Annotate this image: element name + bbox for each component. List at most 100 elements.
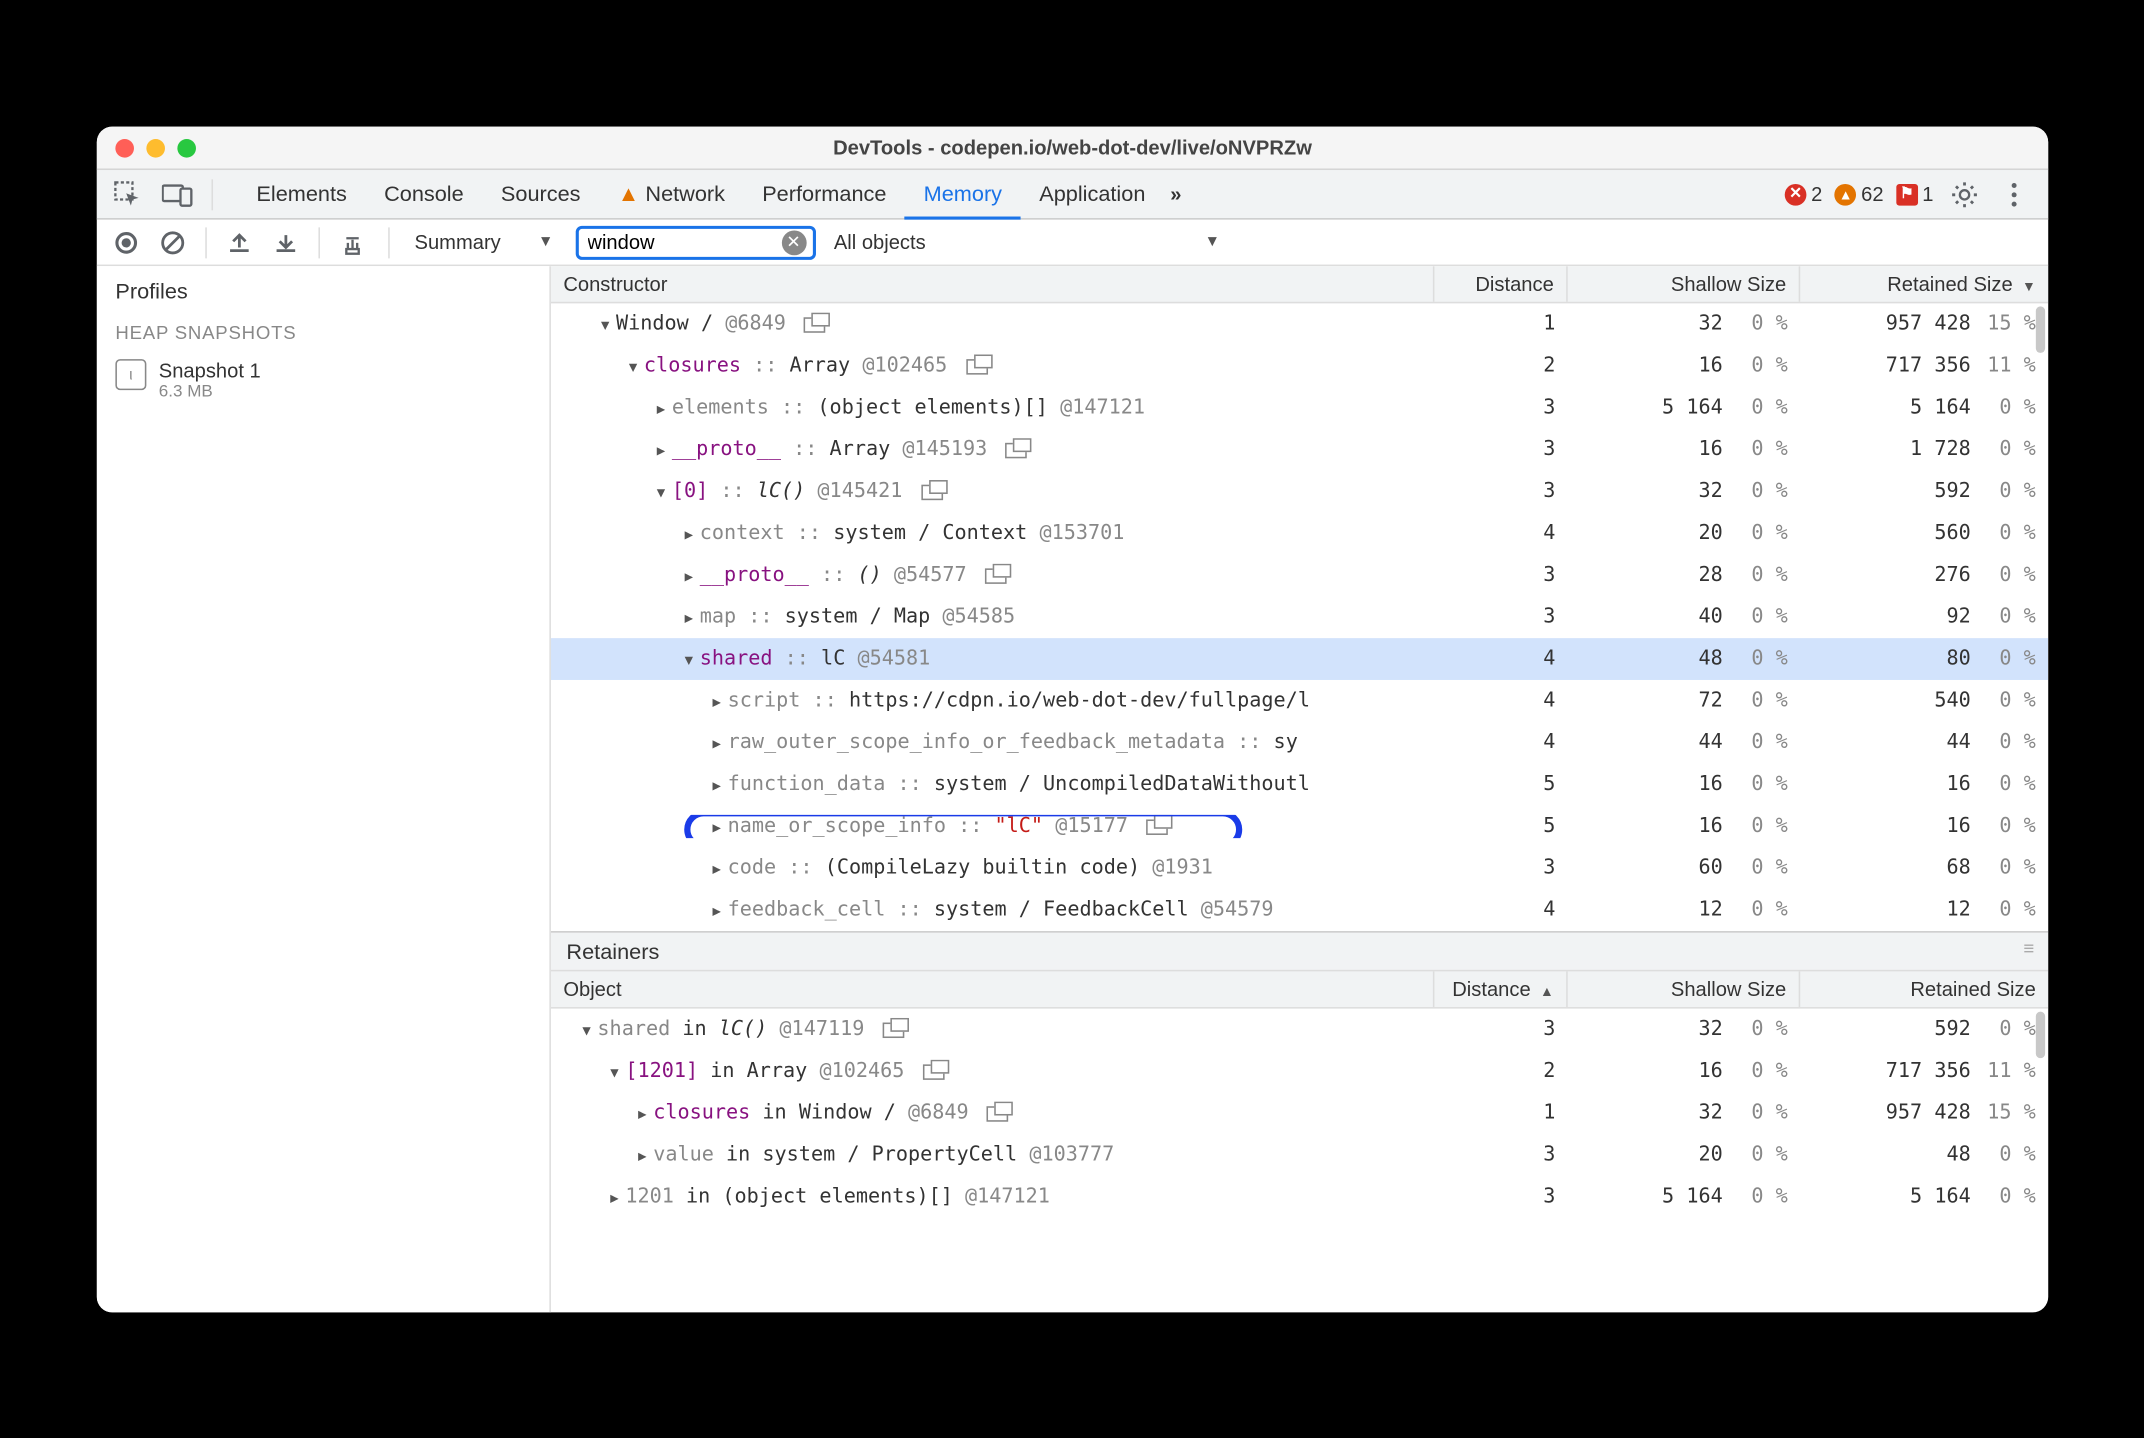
- table-row[interactable]: map :: system / Map @545853400 %920 %: [550, 596, 2047, 638]
- table-row[interactable]: [1201] in Array @102465 2160 %717 35611 …: [550, 1050, 2047, 1092]
- scrollbar[interactable]: [2035, 1011, 2044, 1058]
- zoom-window-button[interactable]: [177, 138, 196, 157]
- disclosure-triangle-icon[interactable]: [634, 1101, 650, 1124]
- col-retained[interactable]: Retained Size: [1800, 971, 2048, 1007]
- disclosure-triangle-icon[interactable]: [597, 312, 612, 335]
- table-row[interactable]: closures in Window / @6849 1320 %957 428…: [550, 1092, 2047, 1134]
- disclosure-triangle-icon[interactable]: [625, 354, 641, 377]
- table-row[interactable]: name_or_scope_info :: "lC" @15177 5160 %…: [550, 805, 2047, 847]
- table-row[interactable]: context :: system / Context @1537014200 …: [550, 512, 2047, 554]
- inspect-element-icon[interactable]: [106, 172, 149, 215]
- errors-badge[interactable]: ✕ 2: [1784, 182, 1822, 205]
- warnings-badge[interactable]: ▲ 62: [1834, 182, 1883, 205]
- disclosure-triangle-icon[interactable]: [681, 647, 697, 670]
- retained-cell: 957 42815 %: [1800, 1101, 2048, 1124]
- disclosure-triangle-icon[interactable]: [578, 1017, 594, 1040]
- disclosure-triangle-icon[interactable]: [709, 856, 725, 879]
- table-row[interactable]: raw_outer_scope_info_or_feedback_metadat…: [550, 721, 2047, 763]
- distance-cell: 4: [1434, 689, 1567, 712]
- col-object[interactable]: Object: [550, 971, 1433, 1007]
- tab-memory[interactable]: Memory: [905, 169, 1021, 219]
- save-profile-icon[interactable]: [265, 221, 305, 261]
- device-toolbar-icon[interactable]: [155, 172, 198, 215]
- retained-cell: 440 %: [1800, 731, 2048, 754]
- disclosure-triangle-icon[interactable]: [606, 1059, 622, 1082]
- chevron-down-icon: ▼: [537, 233, 552, 250]
- disclosure-triangle-icon[interactable]: [709, 814, 725, 837]
- clear-filter-icon[interactable]: ✕: [781, 229, 806, 254]
- retainers-header[interactable]: Retainers ≡: [550, 931, 2047, 971]
- record-button[interactable]: [106, 221, 146, 261]
- table-row[interactable]: code :: (CompileLazy builtin code) @1931…: [550, 847, 2047, 889]
- disclosure-triangle-icon[interactable]: [681, 605, 697, 628]
- table-row[interactable]: 1201 in (object elements)[] @14712135 16…: [550, 1175, 2047, 1217]
- tab-performance[interactable]: Performance: [743, 169, 904, 219]
- col-constructor[interactable]: Constructor: [550, 266, 1433, 302]
- table-row[interactable]: __proto__ :: Array @145193 3160 %1 7280 …: [550, 428, 2047, 470]
- col-shallow[interactable]: Shallow Size: [1567, 971, 1800, 1007]
- table-row[interactable]: __proto__ :: () @54577 3280 %2760 %: [550, 554, 2047, 596]
- view-dropdown[interactable]: Summary ▼: [414, 230, 565, 253]
- disclosure-triangle-icon[interactable]: [709, 689, 725, 712]
- shallow-cell: 160 %: [1567, 814, 1800, 837]
- load-profile-icon[interactable]: [219, 221, 259, 261]
- table-row[interactable]: [0] :: lC() @145421 3320 %5920 %: [550, 470, 2047, 512]
- shallow-cell: 160 %: [1567, 772, 1800, 795]
- tab-network[interactable]: ▲ Network: [599, 169, 743, 219]
- row-label: shared :: lC @54581: [699, 647, 930, 670]
- table-row[interactable]: elements :: (object elements)[] @1471213…: [550, 387, 2047, 429]
- row-label: feedback_cell :: system / FeedbackCell @…: [727, 898, 1273, 921]
- table-row[interactable]: shared :: lC @545814480 %800 %: [550, 638, 2047, 680]
- snapshots-group-label: HEAP SNAPSHOTS: [96, 315, 549, 349]
- tab-application[interactable]: Application: [1020, 169, 1163, 219]
- disclosure-triangle-icon[interactable]: [709, 772, 725, 795]
- tab-console[interactable]: Console: [365, 169, 482, 219]
- tab-sources[interactable]: Sources: [482, 169, 599, 219]
- table-row[interactable]: shared in lC() @147119 3320 %5920 %: [550, 1008, 2047, 1050]
- distance-cell: 3: [1434, 396, 1567, 419]
- row-label: raw_outer_scope_info_or_feedback_metadat…: [727, 731, 1297, 754]
- col-distance[interactable]: Distance: [1434, 971, 1567, 1007]
- close-window-button[interactable]: [115, 138, 134, 157]
- objects-filter-dropdown[interactable]: All objects ▼: [833, 230, 1219, 253]
- col-shallow[interactable]: Shallow Size: [1567, 266, 1800, 302]
- disclosure-triangle-icon[interactable]: [634, 1143, 650, 1166]
- disclosure-triangle-icon[interactable]: [653, 480, 669, 503]
- col-distance[interactable]: Distance: [1434, 266, 1567, 302]
- disclosure-triangle-icon[interactable]: [653, 396, 669, 419]
- row-label: __proto__ :: () @54577: [699, 563, 1006, 586]
- gc-button-icon[interactable]: [332, 221, 372, 261]
- table-row[interactable]: value in system / PropertyCell @10377732…: [550, 1134, 2047, 1176]
- retainers-grid[interactable]: shared in lC() @147119 3320 %5920 % [120…: [550, 1008, 2047, 1312]
- disclosure-triangle-icon[interactable]: [653, 438, 669, 461]
- retained-cell: 160 %: [1800, 772, 2048, 795]
- tabs-overflow-button[interactable]: »: [1170, 182, 1181, 205]
- table-row[interactable]: Window / @6849 1320 %957 42815 %: [550, 303, 2047, 345]
- row-label: Window / @6849: [616, 312, 826, 335]
- settings-icon[interactable]: [1945, 175, 1982, 212]
- table-row[interactable]: closures :: Array @102465 2160 %717 3561…: [550, 345, 2047, 387]
- disclosure-triangle-icon[interactable]: [681, 563, 697, 586]
- table-row[interactable]: feedback_cell :: system / FeedbackCell @…: [550, 889, 2047, 931]
- disclosure-triangle-icon[interactable]: [709, 898, 725, 921]
- snapshot-item[interactable]: Snapshot 1 6.3 MB: [96, 349, 549, 409]
- clear-button[interactable]: [152, 221, 192, 261]
- issues-badge[interactable]: ⚑ 1: [1895, 182, 1933, 205]
- class-filter-input[interactable]: [587, 230, 781, 253]
- disclosure-triangle-icon[interactable]: [709, 731, 725, 754]
- distance-cell: 3: [1434, 1185, 1567, 1208]
- constructors-grid[interactable]: Window / @6849 1320 %957 42815 % closure…: [550, 303, 2047, 931]
- minimize-window-button[interactable]: [146, 138, 165, 157]
- more-icon[interactable]: [1995, 175, 2032, 212]
- table-row[interactable]: script :: https://cdpn.io/web-dot-dev/fu…: [550, 679, 2047, 721]
- drag-handle-icon[interactable]: ≡: [2023, 937, 2035, 959]
- table-row[interactable]: function_data :: system / UncompiledData…: [550, 763, 2047, 805]
- heap-snapshot-view: Constructor Distance Shallow Size Retain…: [550, 266, 2047, 1312]
- constructors-header: Constructor Distance Shallow Size Retain…: [550, 266, 2047, 303]
- profiles-label: Profiles: [96, 266, 549, 316]
- disclosure-triangle-icon[interactable]: [606, 1185, 622, 1208]
- tab-elements[interactable]: Elements: [237, 169, 365, 219]
- scrollbar[interactable]: [2035, 306, 2044, 353]
- disclosure-triangle-icon[interactable]: [681, 521, 697, 544]
- col-retained[interactable]: Retained Size: [1800, 266, 2048, 302]
